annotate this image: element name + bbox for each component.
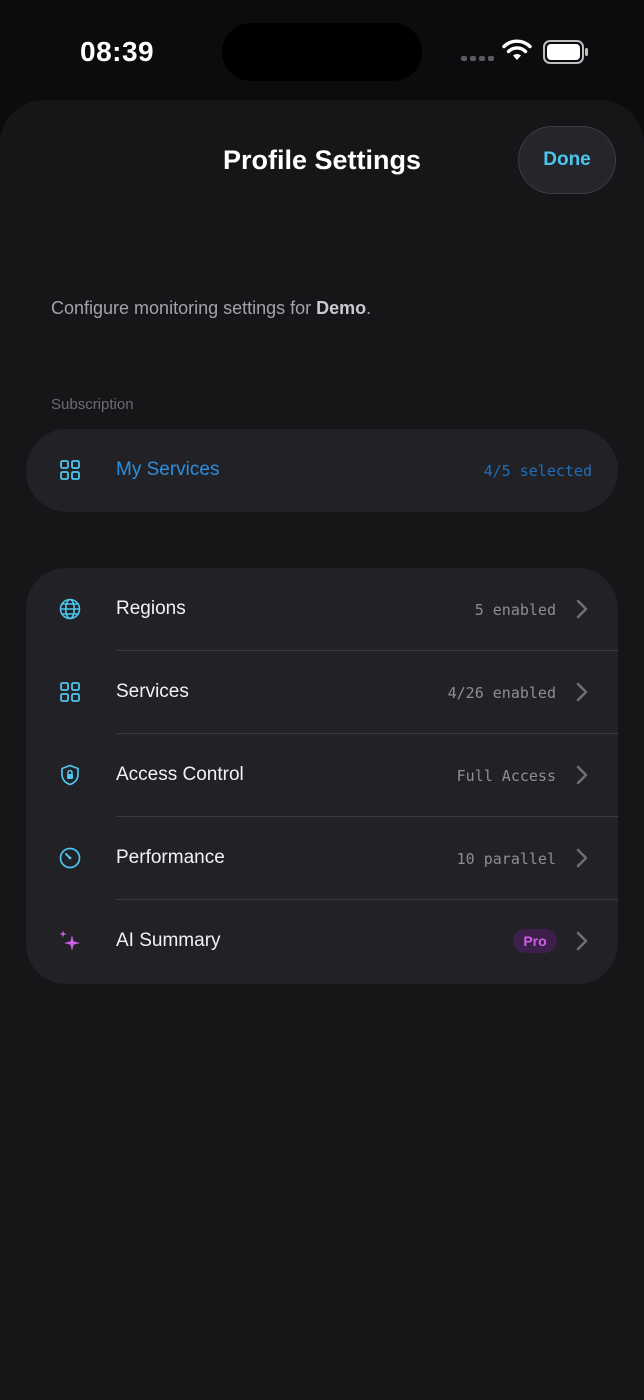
settings-row-regions[interactable]: Regions 5 enabled bbox=[26, 568, 618, 651]
profile-description: Configure monitoring settings for Demo. bbox=[51, 298, 371, 319]
section-label-subscription: Subscription bbox=[51, 396, 134, 413]
dynamic-island bbox=[222, 23, 422, 81]
chevron-right-icon bbox=[576, 931, 588, 951]
my-services-row[interactable]: My Services 4/5 selected bbox=[26, 429, 618, 512]
my-services-label: My Services bbox=[116, 459, 220, 480]
settings-row-ai-summary[interactable]: AI Summary Pro bbox=[26, 900, 618, 983]
profile-name: Demo bbox=[316, 298, 367, 318]
chevron-right-icon bbox=[576, 682, 588, 702]
battery-icon bbox=[543, 40, 588, 64]
settings-row-value: 4/26 enabled bbox=[447, 684, 556, 702]
description-prefix: Configure monitoring settings for bbox=[51, 298, 317, 318]
chevron-right-icon bbox=[576, 848, 588, 868]
my-services-value: 4/5 selected bbox=[483, 462, 592, 480]
chevron-right-icon bbox=[576, 599, 588, 619]
grid-icon bbox=[60, 460, 80, 480]
globe-icon bbox=[59, 598, 81, 620]
settings-row-performance[interactable]: Performance 10 parallel bbox=[26, 817, 618, 900]
description-suffix: . bbox=[366, 298, 372, 318]
gauge-icon bbox=[59, 847, 81, 869]
wifi-icon bbox=[502, 39, 532, 60]
settings-row-services[interactable]: Services 4/26 enabled bbox=[26, 651, 618, 734]
sparkles-icon bbox=[59, 930, 80, 951]
settings-row-value: 5 enabled bbox=[474, 601, 556, 619]
settings-row-value: Full Access bbox=[456, 767, 556, 785]
subscription-card: My Services 4/5 selected bbox=[26, 429, 618, 512]
settings-row-access-control[interactable]: Access Control Full Access bbox=[26, 734, 618, 817]
pro-badge: Pro bbox=[513, 929, 557, 953]
settings-row-label: Regions bbox=[116, 598, 186, 619]
grid-icon bbox=[60, 682, 80, 702]
settings-list-card: Regions 5 enabled Services 4/26 enabled … bbox=[26, 568, 618, 984]
done-button[interactable]: Done bbox=[518, 126, 616, 194]
settings-row-label: AI Summary bbox=[116, 930, 221, 951]
settings-row-label: Services bbox=[116, 681, 189, 702]
chevron-right-icon bbox=[576, 765, 588, 785]
settings-row-label: Access Control bbox=[116, 764, 244, 785]
cellular-signal-icon bbox=[461, 56, 494, 61]
status-bar: 08:39 bbox=[0, 0, 644, 100]
settings-row-label: Performance bbox=[116, 847, 225, 868]
status-time: 08:39 bbox=[80, 36, 155, 67]
settings-row-value: 10 parallel bbox=[456, 850, 556, 868]
shield-lock-icon bbox=[61, 764, 79, 786]
